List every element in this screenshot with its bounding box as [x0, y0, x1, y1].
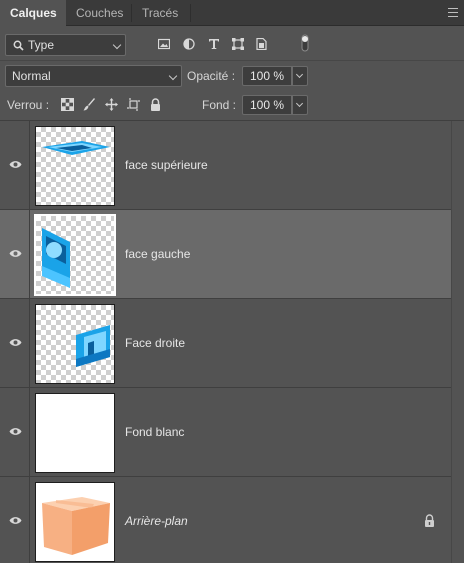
search-icon [13, 40, 24, 51]
layer-thumbnail[interactable] [34, 214, 116, 296]
layers-scrollbar[interactable] [451, 121, 464, 563]
eye-icon[interactable] [9, 338, 22, 347]
layer-row-face-gauche[interactable]: face gauche [0, 210, 451, 299]
chevron-down-icon [112, 40, 122, 50]
blend-mode-label: Normal [12, 69, 51, 83]
layer-row-face-droite[interactable]: Face droite [0, 299, 451, 388]
box-thumbnail-art [42, 497, 110, 555]
eye-icon[interactable] [9, 516, 22, 525]
layer-thumbnail-art [76, 325, 110, 367]
layer-name[interactable]: Fond blanc [125, 425, 184, 439]
opacity-input[interactable]: 100 % [242, 66, 292, 86]
image-filter-icon[interactable] [158, 38, 170, 50]
chevron-down-icon [295, 99, 304, 108]
panel-menu-icon[interactable] [448, 8, 458, 17]
tab-calques[interactable]: Calques [0, 0, 66, 27]
layer-lock-icon[interactable] [424, 514, 435, 527]
layer-thumbnail[interactable] [35, 304, 115, 384]
lock-transparent-pixels-icon[interactable] [61, 98, 74, 111]
visibility-column [0, 299, 30, 387]
blend-options-bar: Normal Opacité : 100 % [0, 60, 464, 90]
filter-kind-label: Type [28, 38, 55, 52]
tab-traces[interactable]: Tracés [132, 0, 190, 26]
tab-divider [190, 4, 191, 22]
chevron-down-icon [295, 70, 304, 79]
type-filter-icon[interactable] [208, 38, 220, 50]
tab-couches[interactable]: Couches [66, 0, 132, 26]
blend-mode-select[interactable]: Normal [5, 65, 182, 87]
filter-toggle-switch[interactable] [301, 34, 309, 52]
panel-tab-bar: Calques Couches Tracés [0, 0, 464, 27]
visibility-column [0, 388, 30, 476]
adjustment-filter-icon[interactable] [183, 38, 195, 50]
layer-thumbnail-art [42, 228, 70, 288]
layer-name[interactable]: Arrière-plan [125, 514, 188, 528]
lock-label: Verrou : [7, 98, 50, 112]
visibility-column [0, 477, 30, 563]
shape-filter-icon[interactable] [232, 38, 244, 50]
layer-thumbnail[interactable] [35, 393, 115, 473]
layer-thumbnail[interactable] [35, 482, 115, 562]
lock-image-pixels-icon[interactable] [83, 98, 96, 111]
lock-position-icon[interactable] [105, 98, 118, 111]
visibility-column [0, 210, 30, 298]
fill-label: Fond : [202, 98, 237, 112]
layer-row-arriere-plan[interactable]: Arrière-plan [0, 477, 451, 563]
eye-icon[interactable] [9, 249, 22, 258]
opacity-label: Opacité : [187, 69, 236, 83]
fill-slider-button[interactable] [292, 95, 308, 115]
layer-thumbnail[interactable] [35, 126, 115, 206]
eye-icon[interactable] [9, 160, 22, 169]
eye-icon[interactable] [9, 427, 22, 436]
layers-list: face supérieure face gauche Face droite … [0, 120, 464, 563]
layer-filter-bar: Type [0, 27, 464, 60]
fill-input[interactable]: 100 % [242, 95, 292, 115]
layer-row-face-superieure[interactable]: face supérieure [0, 121, 451, 210]
visibility-column [0, 121, 30, 209]
lock-artboard-icon[interactable] [127, 98, 140, 111]
filter-kind-select[interactable]: Type [5, 34, 126, 56]
layer-name[interactable]: face gauche [125, 247, 190, 261]
chevron-down-icon [168, 71, 178, 81]
layer-name[interactable]: Face droite [125, 336, 185, 350]
layer-thumbnail-art [42, 141, 110, 155]
opacity-slider-button[interactable] [292, 66, 308, 86]
lock-options-bar: Verrou : Fond : 100 % [0, 90, 464, 120]
smart-object-filter-icon[interactable] [256, 38, 268, 50]
layer-name[interactable]: face supérieure [125, 158, 208, 172]
layer-row-fond-blanc[interactable]: Fond blanc [0, 388, 451, 477]
lock-all-icon[interactable] [149, 98, 162, 111]
